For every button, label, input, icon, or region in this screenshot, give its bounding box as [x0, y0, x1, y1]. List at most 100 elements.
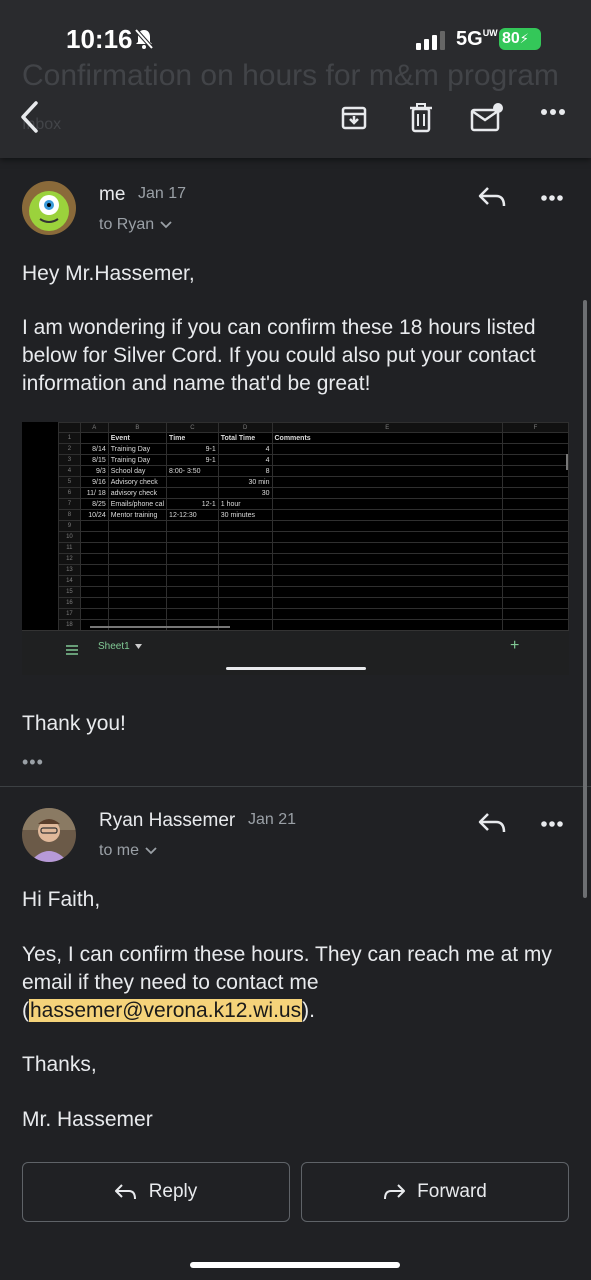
table-cell: 9-1 [166, 443, 219, 455]
table-cell [502, 443, 569, 455]
table-row: 5 9/16 Advisory check 30 min [58, 476, 569, 488]
table-header-cell: Event [107, 432, 168, 444]
message-more-icon[interactable] [540, 194, 564, 202]
table-cell: Training Day [107, 443, 168, 455]
row-number: 12 [58, 553, 81, 565]
table-cell: Training Day [107, 454, 168, 466]
email-link[interactable]: hassemer@verona.k12.wi.us [29, 999, 303, 1022]
row-number: 1 [58, 432, 81, 444]
table-cell: 10/24 [79, 509, 109, 521]
table-header-cell: Total Time [217, 432, 273, 444]
more-horizontal-icon[interactable] [540, 108, 566, 116]
row-number: 13 [58, 564, 81, 576]
column-header-row: A B C D E F [58, 422, 569, 433]
table-cell: 9-1 [166, 454, 219, 466]
table-cell [79, 432, 109, 444]
network-type: 5GUW [456, 28, 498, 51]
table-row: 13 [58, 564, 569, 576]
message-text: ). [302, 999, 315, 1022]
row-number: 3 [58, 454, 81, 466]
archive-icon[interactable] [340, 104, 368, 132]
table-cell [271, 454, 504, 466]
reply-icon [114, 1184, 136, 1200]
chevron-down-icon [160, 221, 172, 229]
table-cell: advisory check [107, 487, 168, 499]
row-number: 2 [58, 443, 81, 455]
mark-unread-icon[interactable] [470, 102, 504, 132]
battery-indicator: 80⚡ [499, 28, 541, 50]
recipient-toggle[interactable]: to me [99, 842, 157, 860]
spreadsheet-grid: A B C D E F 1 Event Time Total Time Comm… [58, 422, 569, 631]
column-header: A [79, 422, 109, 433]
table-row: 10 [58, 531, 569, 543]
sheet-footer-bar: Sheet1 + [22, 630, 569, 675]
sender-name: me [99, 184, 126, 205]
column-header: B [107, 422, 168, 433]
table-cell: School day [107, 465, 168, 477]
reply-icon[interactable] [478, 186, 506, 208]
reply-icon[interactable] [478, 812, 506, 834]
table-cell [271, 487, 504, 499]
table-row: 11 [58, 542, 569, 554]
table-cell: 11/ 18 [79, 487, 109, 499]
column-header: E [271, 422, 504, 433]
cellular-signal-icon [416, 30, 448, 55]
table-cell [502, 487, 569, 499]
table-row: 3 8/15 Training Day 9-1 4 [58, 454, 569, 466]
status-time: 10:16 [66, 24, 133, 54]
table-row: 9 [58, 520, 569, 532]
table-cell: 8:00- 3:50 [166, 465, 219, 477]
row-number: 10 [58, 531, 81, 543]
page-scrollbar[interactable] [583, 300, 587, 898]
table-row: 12 [58, 553, 569, 565]
table-row: 8 10/24 Mentor training 12-12:30 30 minu… [58, 509, 569, 521]
table-row: 4 9/3 School day 8:00- 3:50 8 [58, 465, 569, 477]
network-suffix: UW [482, 28, 498, 38]
table-row: 7 8/25 Emails/phone cal 12-1 1 hour [58, 498, 569, 510]
row-number: 11 [58, 542, 81, 554]
table-cell: 30 [217, 487, 273, 499]
table-cell: 30 min [217, 476, 273, 488]
reply-label: Reply [148, 1181, 198, 1202]
message-date: Jan 21 [248, 811, 297, 828]
caret-down-icon [134, 644, 142, 649]
table-cell [502, 432, 569, 444]
spreadsheet-image[interactable]: A B C D E F 1 Event Time Total Time Comm… [22, 422, 569, 675]
table-cell: 8/15 [79, 454, 109, 466]
table-row: 16 [58, 597, 569, 609]
sheet-tab-label: Sheet1 [98, 641, 130, 652]
forward-button[interactable]: Forward [301, 1162, 569, 1222]
forward-icon [384, 1184, 406, 1200]
message-signature: Mr. Hassemer [22, 1108, 153, 1131]
chevron-down-icon [145, 847, 157, 855]
table-row: 17 [58, 608, 569, 620]
sheet-vertical-scrollbar [566, 454, 568, 470]
table-cell [271, 465, 504, 477]
table-cell [271, 476, 504, 488]
table-cell: 9/16 [79, 476, 109, 488]
home-indicator [190, 1262, 400, 1268]
row-number: 6 [58, 487, 81, 499]
show-trimmed-content-icon[interactable]: ••• [22, 752, 44, 773]
sender-avatar[interactable] [22, 808, 76, 862]
row-number: 9 [58, 520, 81, 532]
table-cell: 4 [217, 454, 273, 466]
row-number: 17 [58, 608, 81, 620]
reply-button[interactable]: Reply [22, 1162, 290, 1222]
table-cell [271, 509, 504, 521]
recipient-toggle[interactable]: to Ryan [99, 216, 172, 234]
add-sheet-icon: + [510, 637, 520, 654]
column-header: D [217, 422, 273, 433]
table-cell: 8/14 [79, 443, 109, 455]
table-cell: Emails/phone cal [107, 498, 168, 510]
row-number: 4 [58, 465, 81, 477]
message-more-icon[interactable] [540, 820, 564, 828]
trash-icon[interactable] [408, 103, 434, 133]
arrow-left-icon[interactable] [18, 100, 42, 134]
row-number: 5 [58, 476, 81, 488]
table-header-cell: Time [166, 432, 219, 444]
column-header: F [502, 422, 569, 433]
sender-avatar[interactable] [22, 181, 76, 235]
message-paragraph: I am wondering if you can confirm these … [22, 316, 536, 395]
table-cell [271, 498, 504, 510]
